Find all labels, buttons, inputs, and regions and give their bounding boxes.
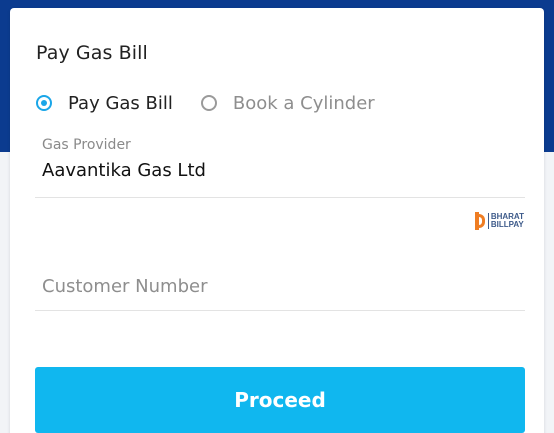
gas-provider-field[interactable]: Aavantika Gas Ltd	[42, 160, 206, 181]
customer-number-input[interactable]	[42, 276, 522, 297]
radio-book-cylinder-label[interactable]: Book a Cylinder	[233, 93, 375, 114]
radio-unchecked-icon[interactable]	[200, 95, 217, 111]
gas-provider-label: Gas Provider	[42, 137, 131, 153]
pay-gas-bill-card: Pay Gas Bill Pay Gas Bill Book a Cylinde…	[10, 8, 544, 433]
bbps-b-icon	[474, 212, 485, 230]
bharat-billpay-logo: BHARAT BILLPAY	[474, 211, 524, 231]
customer-number-underline	[35, 310, 525, 311]
bbps-wordmark: BHARAT BILLPAY	[487, 213, 524, 229]
radio-checked-icon[interactable]	[36, 95, 52, 111]
radio-book-cylinder[interactable]: Book a Cylinder	[200, 93, 375, 114]
card-title: Pay Gas Bill	[36, 42, 148, 64]
mode-radio-group: Pay Gas Bill Book a Cylinder	[36, 90, 375, 116]
radio-pay-gas-bill-label[interactable]: Pay Gas Bill	[68, 93, 173, 114]
provider-underline	[35, 197, 525, 198]
page: Pay Gas Bill Pay Gas Bill Book a Cylinde…	[0, 0, 554, 433]
bbps-line2: BILLPAY	[490, 220, 524, 229]
proceed-button[interactable]: Proceed	[35, 367, 525, 433]
radio-pay-gas-bill[interactable]: Pay Gas Bill	[36, 93, 173, 114]
